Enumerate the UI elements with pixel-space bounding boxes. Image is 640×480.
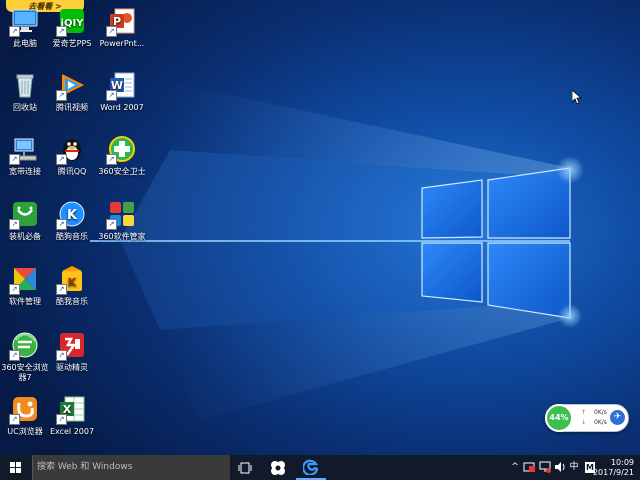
- uc-browser-icon: ↗: [9, 394, 40, 425]
- upload-rate: 0K/s: [594, 409, 607, 416]
- desktop-icon-label: 酷我音乐: [56, 297, 88, 306]
- speed-boost-button[interactable]: ✈: [610, 410, 625, 425]
- desktop-icon-label: 回收站: [13, 103, 37, 112]
- edge-browser-icon: [303, 459, 319, 475]
- desktop-icon-label: 软件管理: [9, 297, 41, 306]
- task-view-button[interactable]: [230, 455, 260, 480]
- start-button[interactable]: [0, 455, 32, 480]
- desktop[interactable]: 去看看 > ↗ 此电脑 回收站 ↗ 宽带连接 ↗ 装机必备 ↗ 软件管理 ↗ 3…: [0, 0, 640, 480]
- taskbar-app-edge[interactable]: [296, 455, 326, 480]
- clock-date: 2017/9/21: [592, 468, 634, 477]
- system-tray: ^ 中 M 10:09 2017/9/21: [500, 455, 640, 480]
- tray-app-icon[interactable]: [522, 455, 536, 480]
- desktop-icon-label: PowerPnt...: [99, 39, 145, 48]
- memory-usage-percent[interactable]: 44%: [545, 404, 573, 432]
- software-manager-icon: ↗: [9, 264, 40, 295]
- clock-time: 10:09: [610, 458, 634, 467]
- driver-genius-icon: ↗: [56, 330, 87, 361]
- desktop-icon-driver-genius[interactable]: ↗ 驱动精灵: [41, 330, 103, 373]
- desktop-icon-label: 360安全卫士: [98, 167, 146, 176]
- iqiyi-icon: iQIY ↗: [56, 6, 87, 37]
- windows-start-icon: [10, 462, 21, 473]
- desktop-icon-powerpoint[interactable]: P ↗ PowerPnt...: [91, 6, 153, 49]
- desktop-icon-label: 酷狗音乐: [56, 232, 88, 241]
- search-input[interactable]: 搜索 Web 和 Windows: [32, 455, 230, 480]
- tencent-video-icon: ↗: [56, 70, 87, 101]
- kuwo-icon: K ↗: [56, 264, 87, 295]
- desktop-icon-label: Excel 2007: [49, 427, 95, 436]
- desktop-icon-label: 爱奇艺PPS: [52, 39, 92, 48]
- recycle-bin-icon: [10, 70, 40, 100]
- show-hidden-icons-button[interactable]: ^: [510, 455, 520, 480]
- desktop-icon-label: 腾讯QQ: [57, 167, 87, 176]
- desktop-icon-word-2007[interactable]: W ↗ Word 2007: [91, 70, 153, 113]
- shopping-bag-icon: ↗: [9, 199, 40, 230]
- desktop-icon-label: 驱动精灵: [56, 363, 88, 372]
- software-manager-360-icon: ↗: [106, 199, 137, 230]
- desktop-icon-label: 装机必备: [9, 232, 41, 241]
- powerpoint-icon: P ↗: [106, 6, 137, 37]
- desktop-icon-label: Word 2007: [100, 103, 144, 112]
- download-arrow-icon: ↓: [581, 419, 587, 426]
- clock[interactable]: 10:09 2017/9/21: [592, 455, 640, 480]
- qq-penguin-icon: ↗: [56, 134, 87, 165]
- word-icon: W ↗: [106, 70, 137, 101]
- kugou-icon: K ↗: [56, 199, 87, 230]
- desktop-icon-label: UC浏览器: [7, 427, 43, 436]
- pinwheel-icon: [271, 460, 285, 475]
- desktop-icon-label: 360软件管家: [98, 232, 146, 241]
- excel-icon: X ↗: [56, 394, 87, 425]
- computer-icon: ↗: [9, 6, 40, 37]
- upload-arrow-icon: ↑: [581, 409, 587, 416]
- desktop-icon-360-security[interactable]: ↗ 360安全卫士: [91, 134, 153, 177]
- network-speed-widget[interactable]: 44% ↑ 0K/s ↓ 0K/s ✈: [545, 404, 629, 432]
- desktop-icon-excel-2007[interactable]: X ↗ Excel 2007: [41, 394, 103, 437]
- desktop-icon-label: 腾讯视频: [56, 103, 88, 112]
- desktop-icon-label: 宽带连接: [9, 167, 41, 176]
- mouse-cursor-icon: [572, 90, 582, 104]
- task-view-icon: [238, 462, 252, 473]
- taskbar-app-pinwheel[interactable]: [263, 455, 293, 480]
- desktop-icon-360-software-manager[interactable]: ↗ 360软件管家: [91, 199, 153, 242]
- download-rate: 0K/s: [594, 419, 607, 426]
- desktop-icon-kuwo-music[interactable]: K ↗ 酷我音乐: [41, 264, 103, 307]
- ime-language-indicator[interactable]: 中: [568, 455, 580, 480]
- taskbar: 搜索 Web 和 Windows ^ 中 M 10:09 2017/9/21: [0, 455, 640, 480]
- browser-360-icon: ↗: [9, 330, 40, 361]
- network-connection-icon: ↗: [9, 134, 40, 165]
- svg-text:K: K: [68, 276, 77, 289]
- svg-text:K: K: [67, 208, 78, 223]
- desktop-icon-label: 此电脑: [13, 39, 37, 48]
- volume-icon[interactable]: [554, 455, 566, 480]
- network-status-icon[interactable]: [538, 455, 552, 480]
- security-360-icon: ↗: [106, 134, 137, 165]
